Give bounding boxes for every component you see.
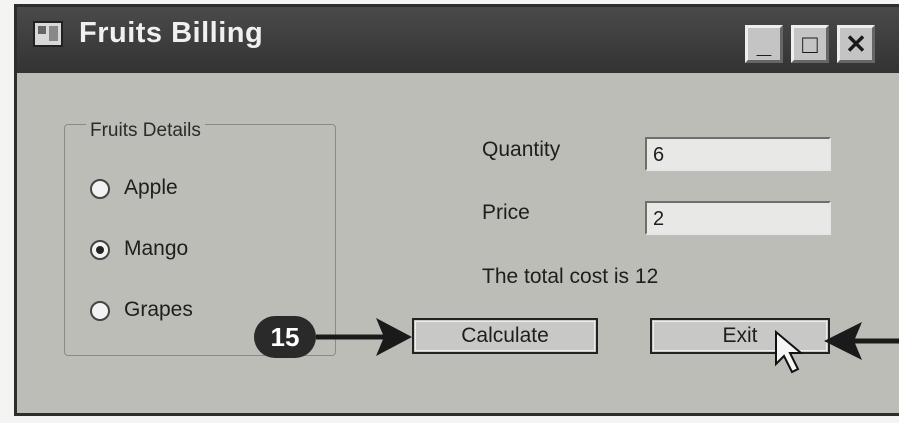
arrow-left-icon	[824, 322, 899, 360]
mouse-cursor-icon	[775, 329, 804, 374]
annotation-arrows	[316, 318, 899, 374]
arrow-right-icon	[316, 318, 412, 356]
